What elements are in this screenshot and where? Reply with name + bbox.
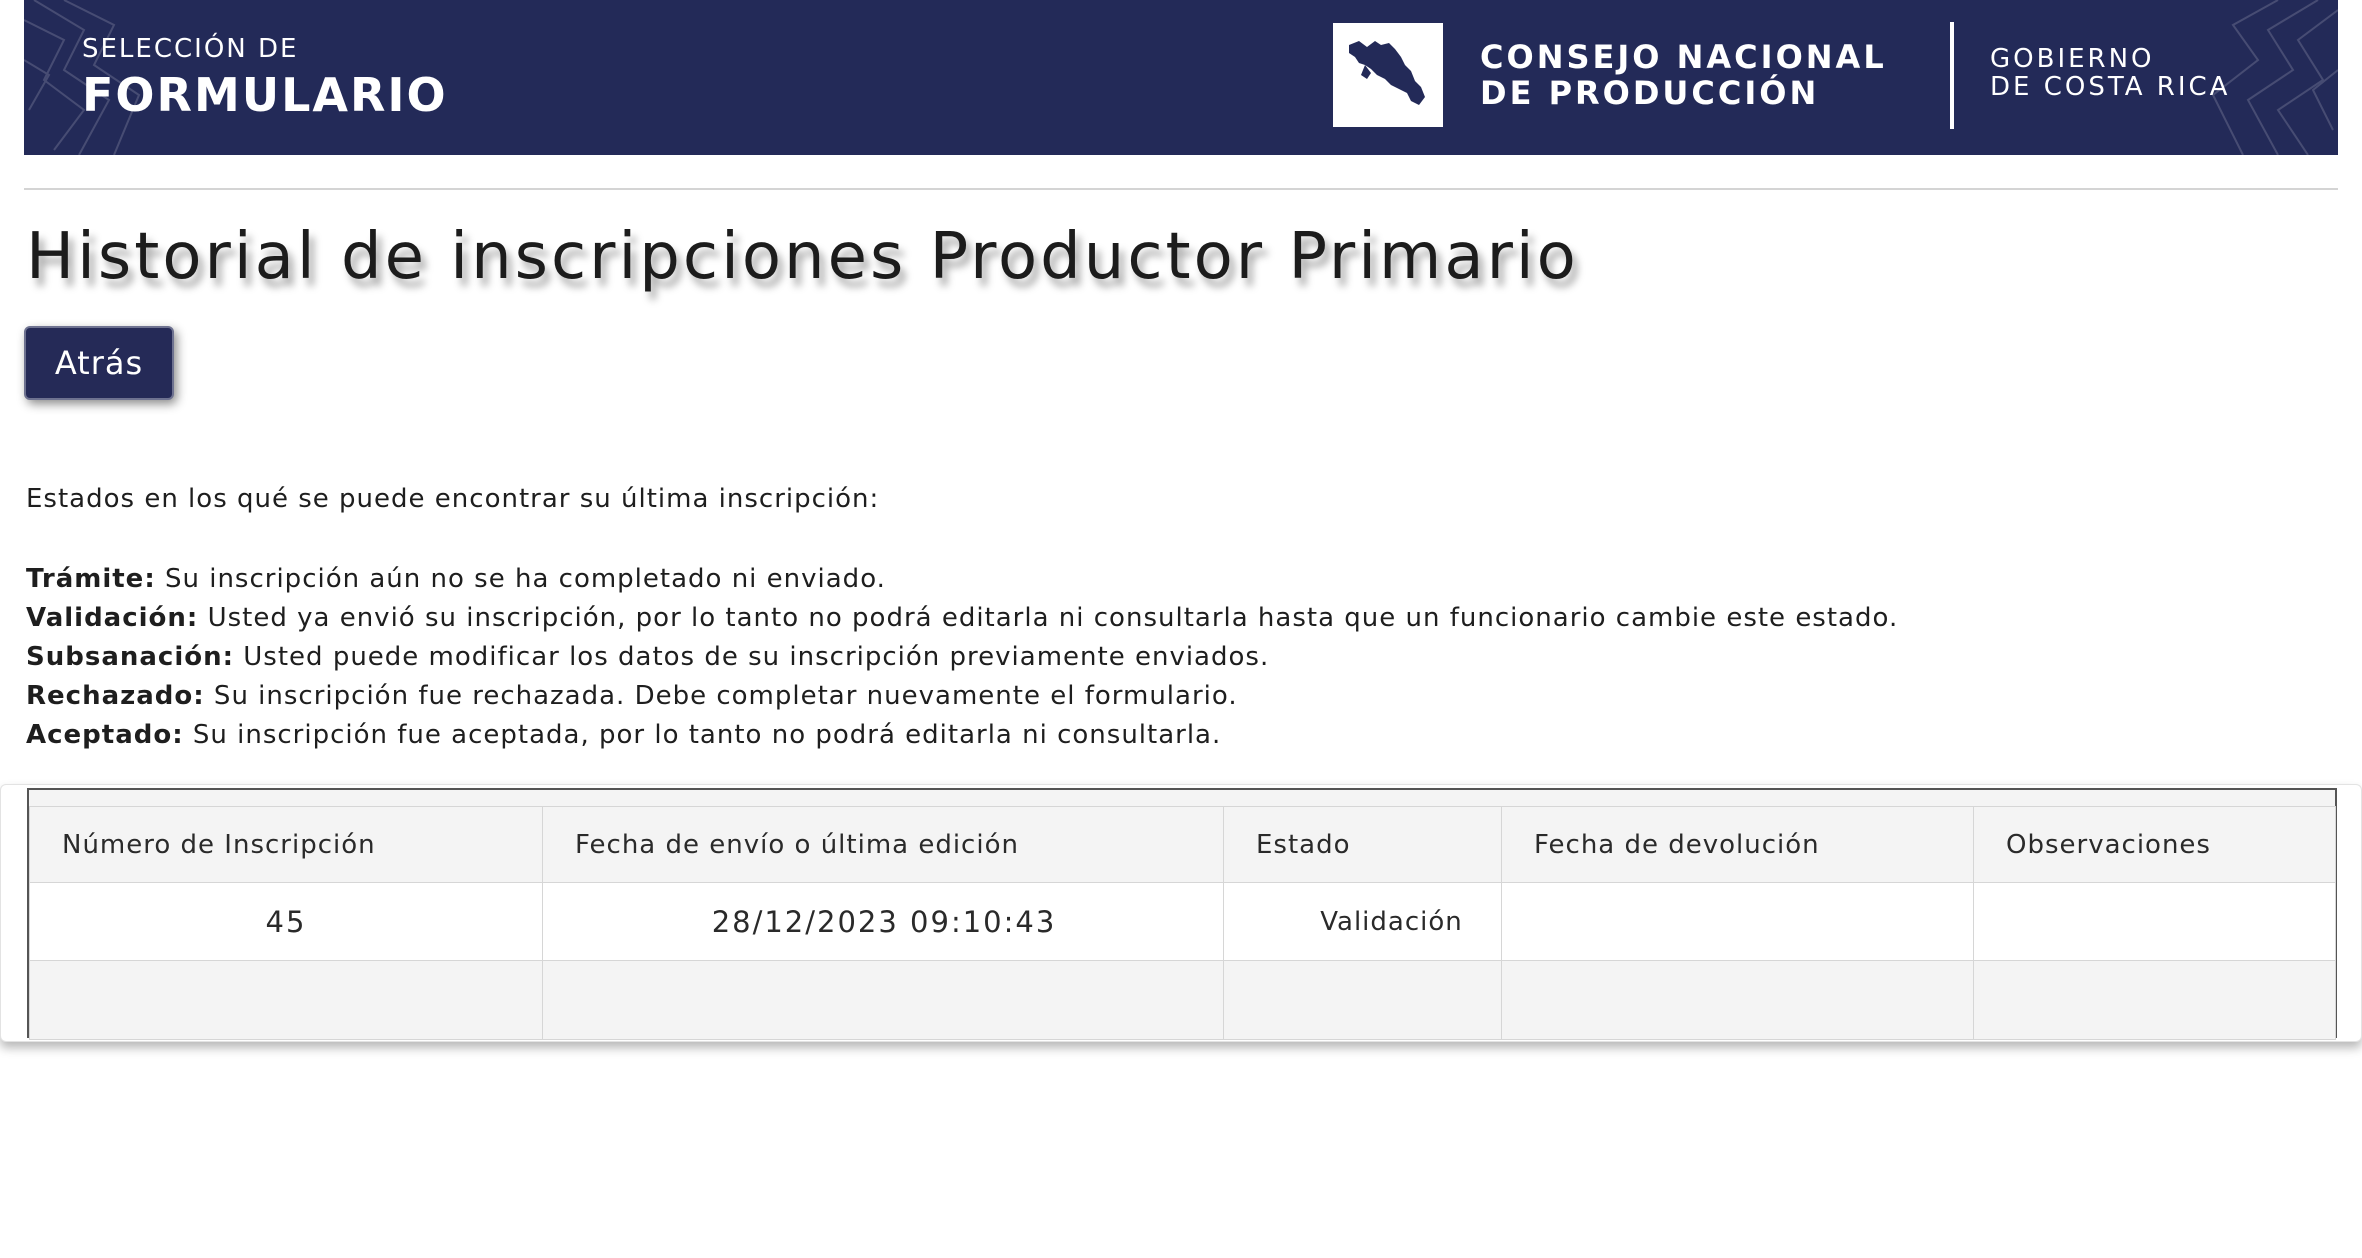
empty-cell bbox=[542, 960, 1224, 1040]
costa-rica-map-icon bbox=[1349, 41, 1425, 105]
state-term: Trámite: bbox=[26, 564, 156, 594]
column-header-observaciones[interactable]: Observaciones bbox=[1973, 806, 2336, 883]
state-term: Validación: bbox=[26, 603, 199, 633]
back-button[interactable]: Atrás bbox=[24, 326, 174, 400]
column-header-fecha-devolucion[interactable]: Fecha de devolución bbox=[1501, 806, 1974, 883]
state-description: Su inscripción fue aceptada, por lo tant… bbox=[183, 720, 1222, 750]
column-header-fecha-envio[interactable]: Fecha de envío o última edición bbox=[542, 806, 1224, 883]
banner-divider bbox=[1950, 22, 1954, 129]
column-header-numero[interactable]: Número de Inscripción bbox=[29, 806, 543, 883]
cell-numero: 45 bbox=[29, 882, 543, 961]
history-table-container: Número de Inscripción Fecha de envío o ú… bbox=[27, 788, 2337, 1040]
state-term: Rechazado: bbox=[26, 681, 205, 711]
org-name-line2: DE PRODUCCIÓN bbox=[1480, 74, 1820, 112]
state-description: Su inscripción fue rechazada. Debe compl… bbox=[204, 681, 1238, 711]
empty-cell bbox=[1223, 960, 1502, 1040]
gov-name-line1: GOBIERNO bbox=[1990, 44, 2155, 74]
header-banner: SELECCIÓN DE FORMULARIO CONSEJO NACIONAL… bbox=[24, 0, 2338, 155]
empty-cell bbox=[29, 960, 543, 1040]
divider bbox=[24, 188, 2338, 190]
state-item-tramite: Trámite: Su inscripción aún no se ha com… bbox=[26, 560, 1898, 599]
state-item-aceptado: Aceptado: Su inscripción fue aceptada, p… bbox=[26, 716, 1898, 755]
section-subtitle: SELECCIÓN DE bbox=[82, 34, 299, 64]
empty-cell bbox=[1973, 960, 2336, 1040]
page-title: Historial de inscripciones Productor Pri… bbox=[26, 220, 1579, 294]
table-header-row: Número de Inscripción Fecha de envío o ú… bbox=[29, 806, 2336, 883]
state-description: Usted ya envió su inscripción, por lo ta… bbox=[198, 603, 1899, 633]
state-item-validacion: Validación: Usted ya envió su inscripció… bbox=[26, 599, 1898, 638]
states-intro: Estados en los qué se puede encontrar su… bbox=[26, 484, 880, 514]
state-term: Subsanación: bbox=[26, 642, 235, 672]
section-title: FORMULARIO bbox=[82, 68, 448, 122]
cnp-logo bbox=[1333, 23, 1443, 127]
org-name-line1: CONSEJO NACIONAL bbox=[1480, 38, 1887, 76]
history-table: Número de Inscripción Fecha de envío o ú… bbox=[29, 806, 2336, 1040]
states-legend: Trámite: Su inscripción aún no se ha com… bbox=[26, 560, 1898, 755]
cell-estado: Validación bbox=[1223, 882, 1502, 961]
column-header-estado[interactable]: Estado bbox=[1223, 806, 1502, 883]
cell-fecha-devolucion bbox=[1501, 882, 1974, 961]
cell-observaciones bbox=[1973, 882, 2336, 961]
state-term: Aceptado: bbox=[26, 720, 184, 750]
cell-fecha-envio: 28/12/2023 09:10:43 bbox=[542, 882, 1224, 961]
state-item-rechazado: Rechazado: Su inscripción fue rechazada.… bbox=[26, 677, 1898, 716]
empty-cell bbox=[1501, 960, 1974, 1040]
state-description: Su inscripción aún no se ha completado n… bbox=[155, 564, 886, 594]
table-row-empty bbox=[29, 960, 2336, 1040]
table-row[interactable]: 45 28/12/2023 09:10:43 Validación bbox=[29, 882, 2336, 961]
state-description: Usted puede modificar los datos de su in… bbox=[234, 642, 1270, 672]
state-item-subsanacion: Subsanación: Usted puede modificar los d… bbox=[26, 638, 1898, 677]
gov-name-line2: DE COSTA RICA bbox=[1990, 72, 2231, 102]
history-table-card: Número de Inscripción Fecha de envío o ú… bbox=[0, 784, 2362, 1042]
